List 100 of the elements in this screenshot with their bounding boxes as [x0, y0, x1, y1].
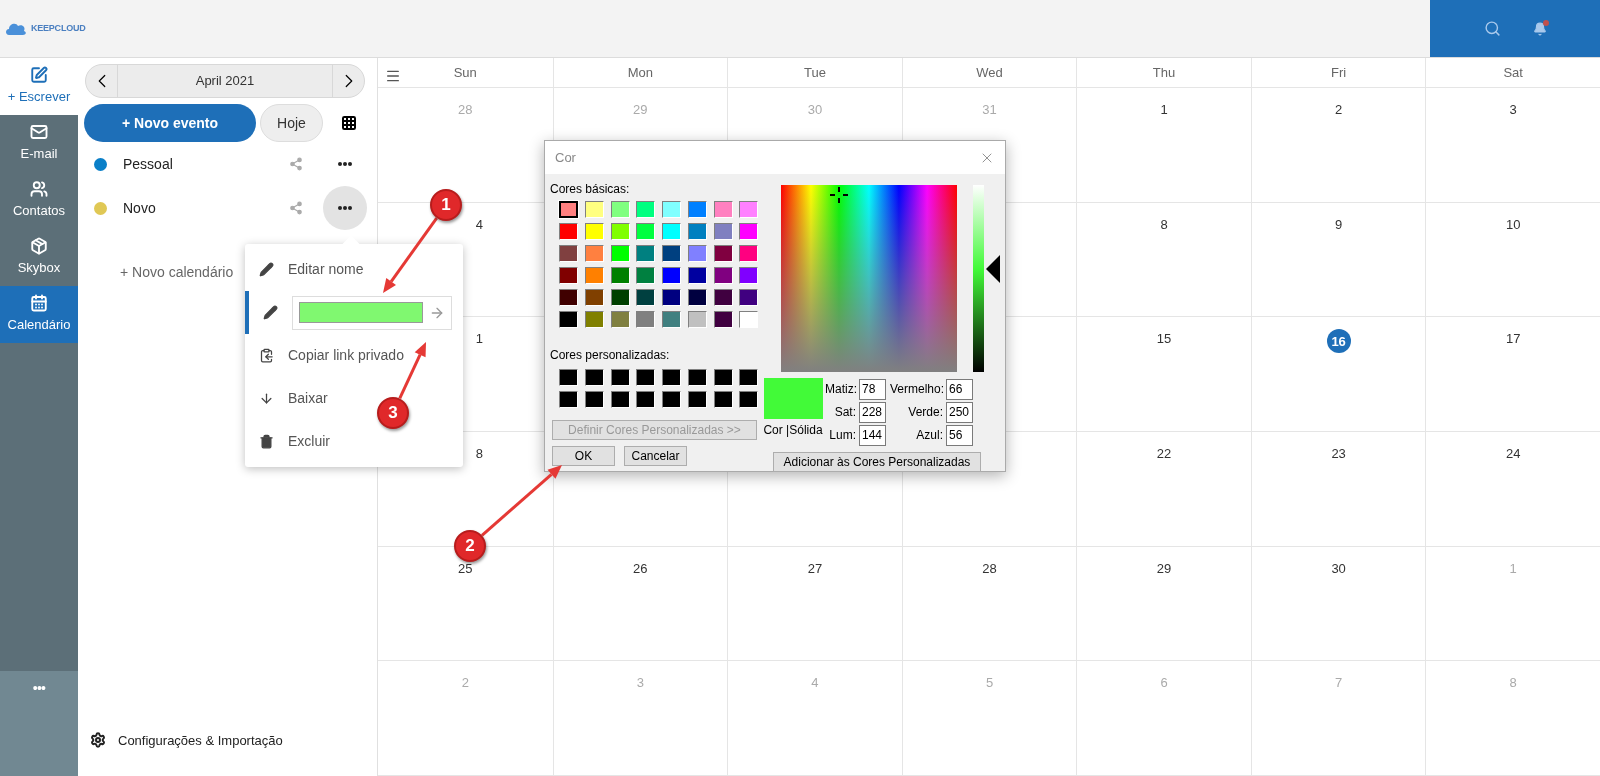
day-number[interactable]: 29: [1156, 561, 1172, 576]
color-swatch[interactable]: [687, 369, 707, 386]
pointer-arrow-icon[interactable]: [986, 254, 1000, 283]
day-number[interactable]: 28: [982, 561, 997, 576]
color-swatch[interactable]: [739, 311, 759, 328]
cancel-button[interactable]: Cancelar: [624, 446, 687, 466]
number-field[interactable]: 250: [946, 401, 973, 423]
color-swatch[interactable]: [687, 267, 707, 284]
color-swatch[interactable]: [636, 201, 656, 218]
notifications-button[interactable]: [1532, 21, 1547, 36]
number-field[interactable]: 228: [859, 401, 886, 423]
day-number[interactable]: 17: [1505, 332, 1521, 347]
color-swatch[interactable]: [662, 223, 681, 240]
menu-item[interactable]: Editar nome: [245, 248, 374, 291]
color-swatch[interactable]: [584, 311, 604, 328]
nav-item[interactable]: Contatos: [0, 172, 78, 229]
color-swatch[interactable]: [636, 369, 656, 386]
new-calendar-link[interactable]: + Novo calendário: [120, 262, 234, 283]
nav-item[interactable]: Calendário: [0, 286, 78, 343]
color-swatch[interactable]: [739, 245, 759, 262]
today-button[interactable]: Hoje: [260, 104, 323, 142]
color-swatch[interactable]: [687, 223, 707, 240]
color-swatch[interactable]: [713, 201, 733, 218]
color-swatch[interactable]: [687, 245, 707, 262]
luminance-bar[interactable]: [973, 185, 984, 372]
color-swatch[interactable]: [662, 289, 681, 306]
day-number[interactable]: 8: [1160, 217, 1168, 232]
menu-item[interactable]: Copiar link privado: [245, 334, 414, 377]
day-number[interactable]: 24: [1505, 447, 1521, 461]
day-number[interactable]: 4: [475, 217, 483, 232]
day-number[interactable]: 25: [458, 561, 473, 576]
color-swatch[interactable]: [713, 245, 733, 262]
day-number[interactable]: 1: [475, 332, 483, 347]
color-swatch[interactable]: [739, 201, 759, 218]
color-swatch[interactable]: [559, 391, 578, 408]
color-swatch[interactable]: [610, 267, 630, 284]
color-swatch[interactable]: [584, 201, 604, 218]
color-swatch[interactable]: [559, 223, 578, 240]
color-swatch[interactable]: [739, 289, 759, 306]
color-swatch[interactable]: [636, 245, 656, 262]
color-swatch[interactable]: [662, 201, 681, 218]
color-swatch[interactable]: [559, 245, 578, 262]
day-number[interactable]: 27: [807, 561, 823, 576]
day-number[interactable]: 10: [1505, 217, 1521, 232]
color-swatch[interactable]: [584, 391, 604, 408]
color-swatch[interactable]: [636, 391, 656, 408]
color-swatch[interactable]: [713, 369, 733, 386]
nav-item[interactable]: E-mail: [0, 115, 78, 172]
color-swatch[interactable]: [662, 391, 681, 408]
color-swatch[interactable]: [739, 369, 759, 386]
color-swatch[interactable]: [713, 289, 733, 306]
day-number[interactable]: 22: [1156, 447, 1172, 461]
color-swatch[interactable]: [687, 289, 707, 306]
color-swatch[interactable]: [610, 223, 630, 240]
color-swatch[interactable]: [687, 201, 707, 218]
more-apps-button[interactable]: •••: [32, 681, 46, 695]
more-options-button[interactable]: [323, 186, 367, 230]
day-number[interactable]: 26: [633, 561, 648, 576]
color-swatch[interactable]: [662, 311, 681, 328]
color-swatch[interactable]: [584, 289, 604, 306]
color-swatch[interactable]: [610, 289, 630, 306]
color-swatch[interactable]: [636, 289, 656, 306]
color-swatch[interactable]: [713, 391, 733, 408]
nav-item[interactable]: Skybox: [0, 229, 78, 286]
color-swatch[interactable]: [584, 223, 604, 240]
color-swatch[interactable]: [610, 369, 630, 386]
color-swatch[interactable]: [739, 391, 759, 408]
day-number[interactable]: 30: [1331, 561, 1346, 576]
color-swatch[interactable]: [559, 369, 578, 386]
day-number[interactable]: 16: [1326, 329, 1351, 354]
color-swatch[interactable]: [559, 201, 578, 218]
settings-link[interactable]: Configurações & Importação: [90, 730, 283, 750]
color-swatch[interactable]: [713, 267, 733, 284]
color-swatch[interactable]: [636, 223, 656, 240]
color-swatch[interactable]: [739, 223, 759, 240]
color-swatch[interactable]: [713, 223, 733, 240]
color-swatch[interactable]: [559, 289, 578, 306]
day-number[interactable]: 1: [1160, 103, 1168, 117]
color-swatch[interactable]: [610, 201, 630, 218]
color-swatch[interactable]: [687, 311, 707, 328]
day-number[interactable]: 15: [1156, 332, 1172, 347]
number-field[interactable]: 144: [859, 424, 886, 446]
color-swatch[interactable]: [636, 267, 656, 284]
color-swatch[interactable]: [584, 267, 604, 284]
ok-button[interactable]: OK: [552, 446, 615, 466]
day-number[interactable]: 23: [1331, 447, 1346, 461]
number-field[interactable]: 56: [946, 424, 973, 446]
color-swatch[interactable]: [713, 311, 733, 328]
color-input[interactable]: [292, 295, 452, 330]
color-swatch[interactable]: [559, 311, 578, 328]
number-field[interactable]: 78: [859, 378, 886, 400]
calendar-name[interactable]: Novo: [123, 197, 281, 219]
color-swatch[interactable]: [636, 311, 656, 328]
color-swatch[interactable]: [584, 369, 604, 386]
color-swatch[interactable]: [584, 245, 604, 262]
color-swatch[interactable]: [739, 267, 759, 284]
color-spectrum[interactable]: [781, 185, 957, 372]
day-number[interactable]: 8: [475, 447, 483, 461]
color-swatch[interactable]: [610, 391, 630, 408]
color-swatch[interactable]: [662, 267, 681, 284]
